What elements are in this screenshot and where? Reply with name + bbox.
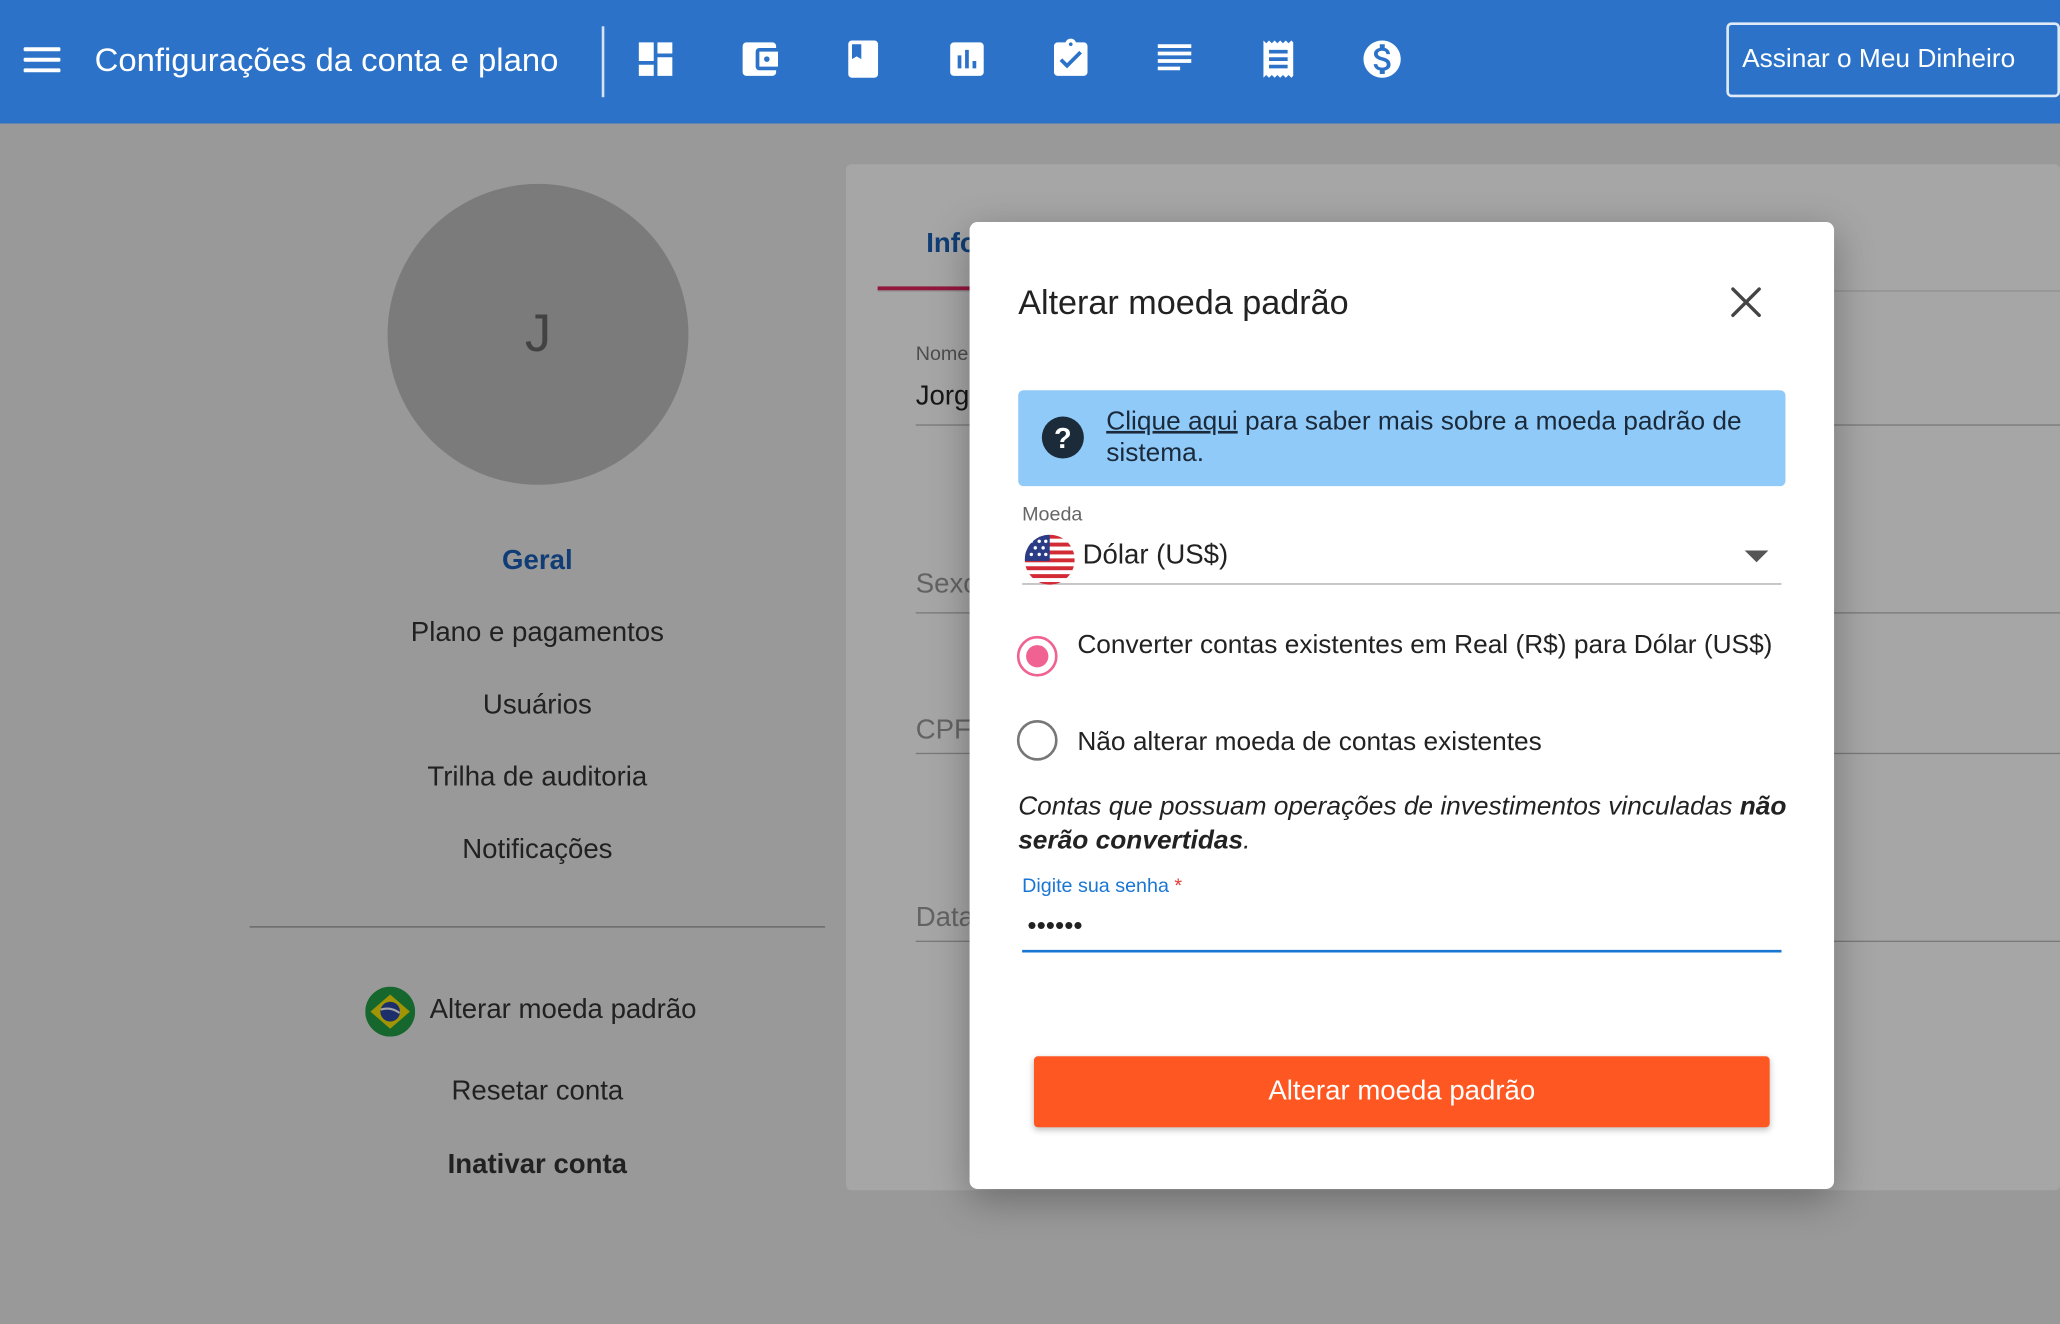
help-icon: ? [1041,416,1084,459]
app-window: Configurações da conta e plano Assinar o… [0,0,2060,1324]
note-end: . [1243,826,1251,856]
wallet-icon[interactable] [737,37,782,82]
submit-change-currency-button[interactable]: Alterar moeda padrão [1033,1056,1770,1128]
radio-unchecked-icon[interactable] [1016,719,1058,761]
info-banner: ? Clique aqui para saber mais sobre a mo… [1018,390,1786,487]
close-icon[interactable] [1724,280,1769,325]
password-label: Digite sua senha * [1022,875,1182,897]
currency-select-label: Moeda [1022,503,1083,526]
investment-note: Contas que possuam operações de investim… [1018,790,1793,858]
radio-convert-accounts[interactable]: Converter contas existentes em Real (R$)… [1016,629,1792,697]
radio-keep-currency[interactable]: Não alterar moeda de contas existentes [1016,719,1792,772]
receipt-icon[interactable] [1256,37,1301,82]
top-bar: Configurações da conta e plano Assinar o… [0,0,2060,124]
required-marker: * [1174,874,1183,898]
us-flag-icon [1024,534,1075,585]
header-divider [601,26,605,98]
page-title: Configurações da conta e plano [94,42,559,79]
note-text: Contas que possuam operações de investim… [1018,792,1740,822]
currency-select-value: Dólar (US$) [1082,539,1229,571]
info-text: Clique aqui para saber mais sobre a moed… [1106,406,1776,469]
list-lines-icon[interactable] [1152,37,1197,82]
clipboard-check-icon[interactable] [1048,37,1093,82]
learn-more-link[interactable]: Clique aqui [1106,407,1237,436]
radio-checked-icon[interactable] [1016,635,1058,677]
change-currency-dialog: Alterar moeda padrão ? Clique aqui para … [969,222,1835,1189]
bar-chart-icon[interactable] [945,37,990,82]
radio-convert-label: Converter contas existentes em Real (R$)… [1077,630,1773,660]
password-input[interactable] [1022,902,1782,953]
password-label-text: Digite sua senha [1022,874,1169,898]
chevron-down-icon[interactable] [1744,550,1769,563]
svg-text:?: ? [1054,423,1072,455]
radio-keep-label: Não alterar moeda de contas existentes [1077,727,1542,757]
dollar-icon[interactable] [1360,37,1405,82]
hamburger-menu-icon[interactable] [23,47,61,73]
dialog-title: Alterar moeda padrão [1018,282,1349,322]
currency-select[interactable]: Dólar (US$) [1022,532,1782,585]
subscribe-button[interactable]: Assinar o Meu Dinheiro [1726,22,2060,98]
dashboard-icon[interactable] [633,37,678,82]
bookmark-icon[interactable] [841,37,886,82]
